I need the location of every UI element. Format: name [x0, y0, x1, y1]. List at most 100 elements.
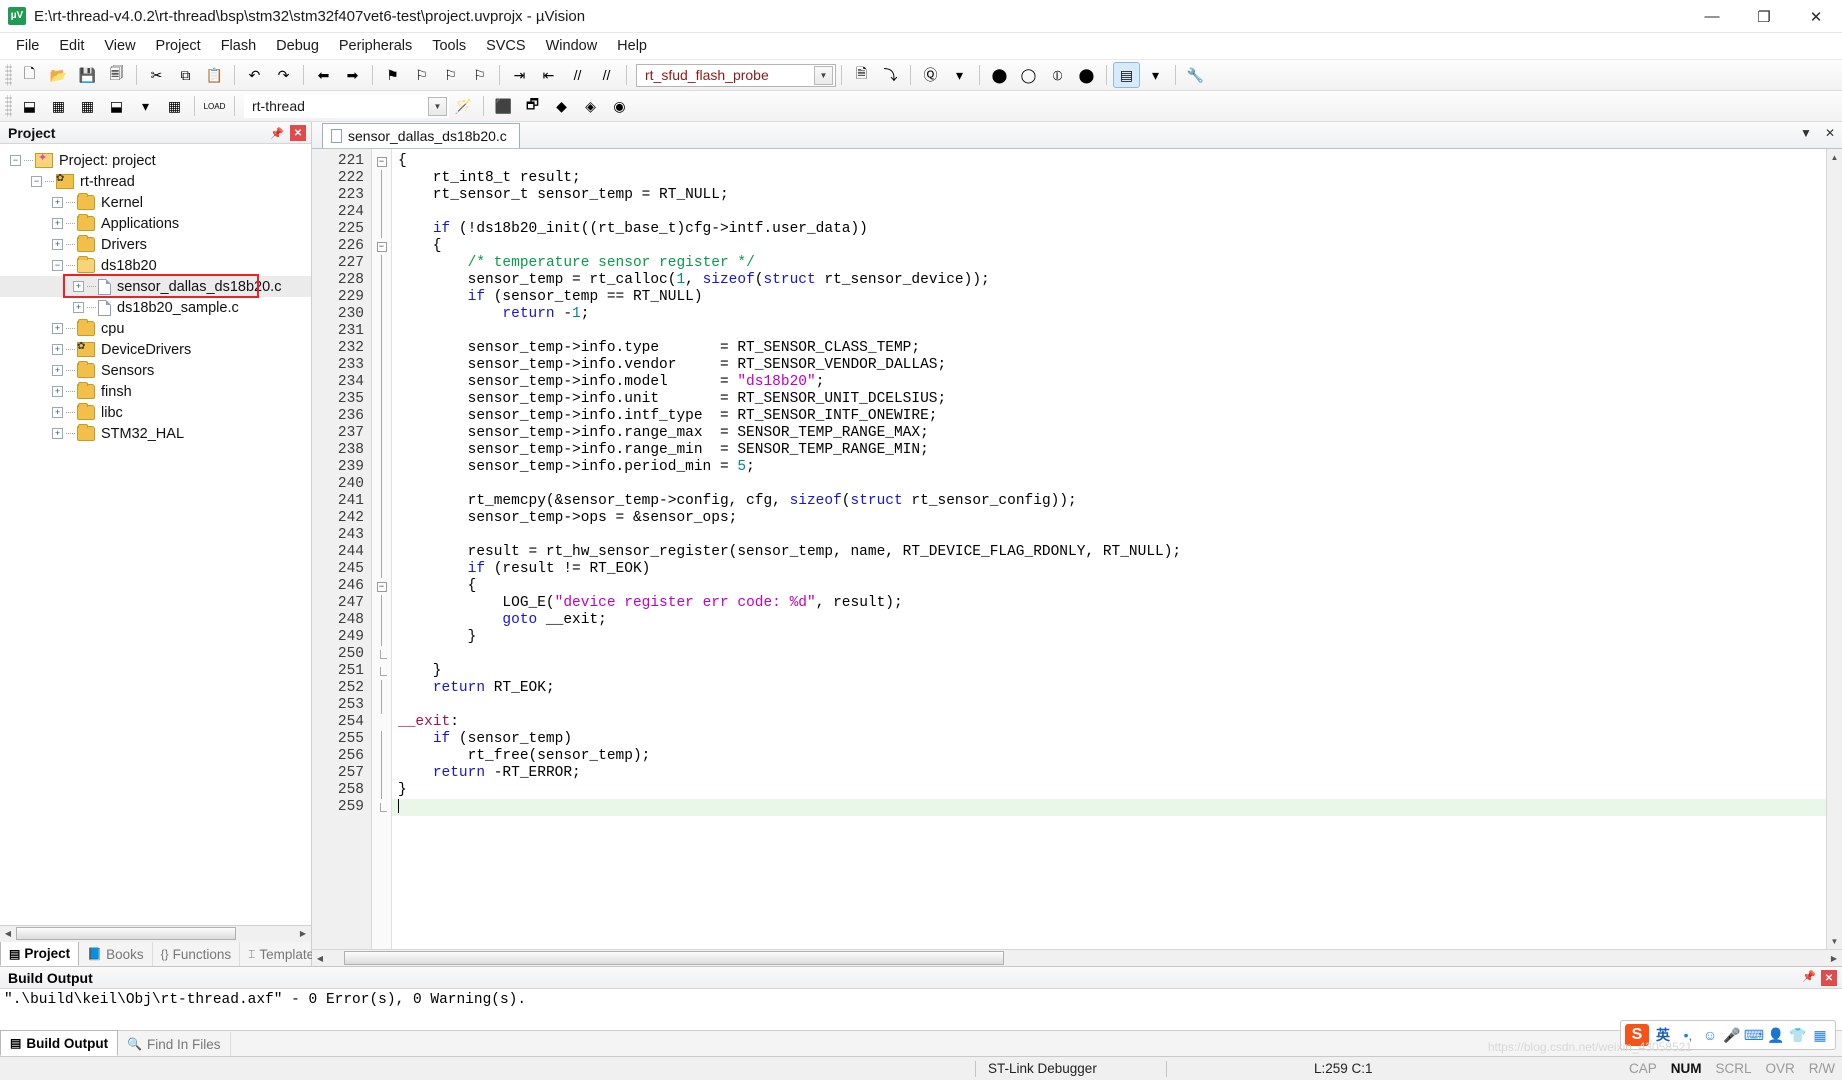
code-line[interactable]: sensor_temp->info.unit = RT_SENSOR_UNIT_… — [392, 391, 1826, 408]
expand-icon[interactable]: + — [52, 428, 63, 439]
fold-marker[interactable]: − — [372, 238, 391, 255]
close-icon[interactable]: ✕ — [1821, 970, 1837, 986]
code-hscrollbar[interactable]: ◀ ▶ — [312, 949, 1842, 966]
pack-installer-button[interactable]: ◆ — [548, 93, 575, 119]
keyboard-icon[interactable]: ⌨ — [1743, 1024, 1765, 1046]
chevron-down-icon[interactable]: ▼ — [1798, 126, 1814, 140]
fold-marker[interactable]: − — [372, 578, 391, 595]
tree-item-applications[interactable]: + Applications — [0, 213, 311, 234]
code-line[interactable]: } — [392, 629, 1826, 646]
code-line[interactable]: rt_int8_t result; — [392, 170, 1826, 187]
close-icon[interactable]: ✕ — [1822, 126, 1838, 140]
fold-collapse-icon[interactable]: − — [376, 156, 387, 167]
microphone-icon[interactable]: 🎤 — [1721, 1024, 1743, 1046]
translate-file-button[interactable]: ⬓ — [16, 93, 43, 119]
code-line[interactable]: sensor_temp->info.range_max = SENSOR_TEM… — [392, 425, 1826, 442]
navigate-forward-button[interactable]: ➡ — [339, 62, 366, 88]
bookmark-next-button[interactable]: ⚐ — [437, 62, 464, 88]
uncomment-button[interactable]: // — [593, 62, 620, 88]
panel-tab-project[interactable]: ▤ Project — [0, 941, 80, 966]
scroll-right-arrow[interactable]: ▶ — [295, 925, 311, 942]
expand-icon[interactable]: + — [52, 197, 63, 208]
expand-icon[interactable]: + — [52, 407, 63, 418]
close-button[interactable]: ✕ — [1790, 0, 1842, 33]
tree-item-libc[interactable]: + libc — [0, 402, 311, 423]
disable-all-breakpoints-button[interactable]: ⦶ — [1044, 62, 1071, 88]
menu-svcs[interactable]: SVCS — [476, 35, 536, 57]
code-line[interactable]: return -RT_ERROR; — [392, 765, 1826, 782]
code-line[interactable]: if (sensor_temp == RT_NULL) — [392, 289, 1826, 306]
code-line[interactable]: /* temperature sensor register */ — [392, 255, 1826, 272]
vscroll-track[interactable] — [1827, 165, 1842, 933]
minimize-button[interactable]: — — [1686, 0, 1738, 33]
code-line[interactable]: if (sensor_temp) — [392, 731, 1826, 748]
paste-button[interactable]: 📋 — [201, 62, 228, 88]
collapse-icon[interactable]: − — [52, 260, 63, 271]
fold-collapse-icon[interactable]: − — [376, 581, 387, 592]
code-line[interactable] — [392, 799, 1826, 816]
menu-flash[interactable]: Flash — [211, 35, 266, 57]
expand-icon[interactable]: + — [52, 344, 63, 355]
close-icon[interactable]: ✕ — [290, 125, 306, 141]
code-line[interactable]: sensor_temp->info.vendor = RT_SENSOR_VEN… — [392, 357, 1826, 374]
save-button[interactable]: 💾 — [74, 62, 101, 88]
stop-build-button[interactable]: ▦ — [161, 93, 188, 119]
fold-collapse-icon[interactable]: − — [376, 241, 387, 252]
code-line[interactable]: sensor_temp = rt_calloc(1, sizeof(struct… — [392, 272, 1826, 289]
code-line[interactable]: return RT_EOK; — [392, 680, 1826, 697]
expand-icon[interactable]: + — [73, 281, 84, 292]
tree-item-cpu[interactable]: + cpu — [0, 318, 311, 339]
code-vscrollbar[interactable]: ▲ ▼ — [1826, 149, 1842, 949]
scroll-right-arrow[interactable]: ▶ — [1826, 950, 1842, 966]
tree-item-kernel[interactable]: + Kernel — [0, 192, 311, 213]
rebuild-all-button[interactable]: ▦ — [74, 93, 101, 119]
code-line[interactable]: rt_sensor_t sensor_temp = RT_NULL; — [392, 187, 1826, 204]
target-combo[interactable]: rt-thread ▼ — [244, 94, 449, 118]
code-line[interactable]: sensor_temp->info.model = "ds18b20"; — [392, 374, 1826, 391]
hscroll-track[interactable] — [16, 925, 295, 942]
project-tree-hscrollbar[interactable]: ◀ ▶ — [0, 925, 311, 942]
expand-icon[interactable]: + — [52, 239, 63, 250]
manage-components-button[interactable]: ⬛ — [490, 93, 517, 119]
menu-help[interactable]: Help — [607, 35, 657, 57]
code-line[interactable]: __exit: — [392, 714, 1826, 731]
scroll-up-arrow[interactable]: ▲ — [1827, 149, 1842, 165]
code-line[interactable] — [392, 323, 1826, 340]
code-line[interactable]: if (result != RT_EOK) — [392, 561, 1826, 578]
goto-definition-button[interactable]: ⤵ — [877, 62, 904, 88]
save-all-button[interactable]: 🗐 — [103, 62, 130, 88]
fold-gutter[interactable]: − − − — [372, 149, 392, 949]
code-line[interactable]: sensor_temp->info.type = RT_SENSOR_CLASS… — [392, 340, 1826, 357]
cut-button[interactable]: ✂ — [143, 62, 170, 88]
debug-dropdown-arrow[interactable]: ▾ — [946, 62, 973, 88]
svcs-button[interactable]: ◉ — [606, 93, 633, 119]
tree-item-rt-thread[interactable]: − rt-thread — [0, 171, 311, 192]
code-line[interactable]: sensor_temp->ops = &sensor_ops; — [392, 510, 1826, 527]
menu-edit[interactable]: Edit — [49, 35, 94, 57]
indent-button[interactable]: ⇥ — [506, 62, 533, 88]
tree-item-finsh[interactable]: + finsh — [0, 381, 311, 402]
tree-item-sensor-dallas-ds18b20-c[interactable]: + sensor_dallas_ds18b20.c — [0, 276, 311, 297]
pin-icon[interactable]: 📌 — [269, 125, 285, 141]
code-line[interactable]: { — [392, 238, 1826, 255]
menu-view[interactable]: View — [94, 35, 145, 57]
comment-button[interactable]: // — [564, 62, 591, 88]
code-text[interactable]: { rt_int8_t result; rt_sensor_t sensor_t… — [392, 149, 1826, 949]
menu-tools[interactable]: Tools — [422, 35, 476, 57]
code-line[interactable]: { — [392, 578, 1826, 595]
code-line[interactable]: rt_memcpy(&sensor_temp->config, cfg, siz… — [392, 493, 1826, 510]
new-file-button[interactable]: 🗋 — [16, 62, 43, 88]
batch-build-arrow[interactable]: ▾ — [132, 93, 159, 119]
fold-marker[interactable]: − — [372, 153, 391, 170]
skin-icon[interactable]: 👕 — [1787, 1024, 1809, 1046]
collapse-icon[interactable]: − — [31, 176, 42, 187]
panel-tab-functions[interactable]: {} Functions — [153, 942, 241, 966]
user-icon[interactable]: 👤 — [1765, 1024, 1787, 1046]
menu-debug[interactable]: Debug — [266, 35, 329, 57]
build-tab-find-in-files[interactable]: 🔍 Find In Files — [118, 1032, 231, 1056]
bookmark-clear-button[interactable]: ⚐ — [466, 62, 493, 88]
copy-button[interactable]: ⧉ — [172, 62, 199, 88]
download-button[interactable]: LOAD — [201, 93, 228, 119]
code-line[interactable] — [392, 646, 1826, 663]
code-line[interactable]: LOG_E("device register err code: %d", re… — [392, 595, 1826, 612]
